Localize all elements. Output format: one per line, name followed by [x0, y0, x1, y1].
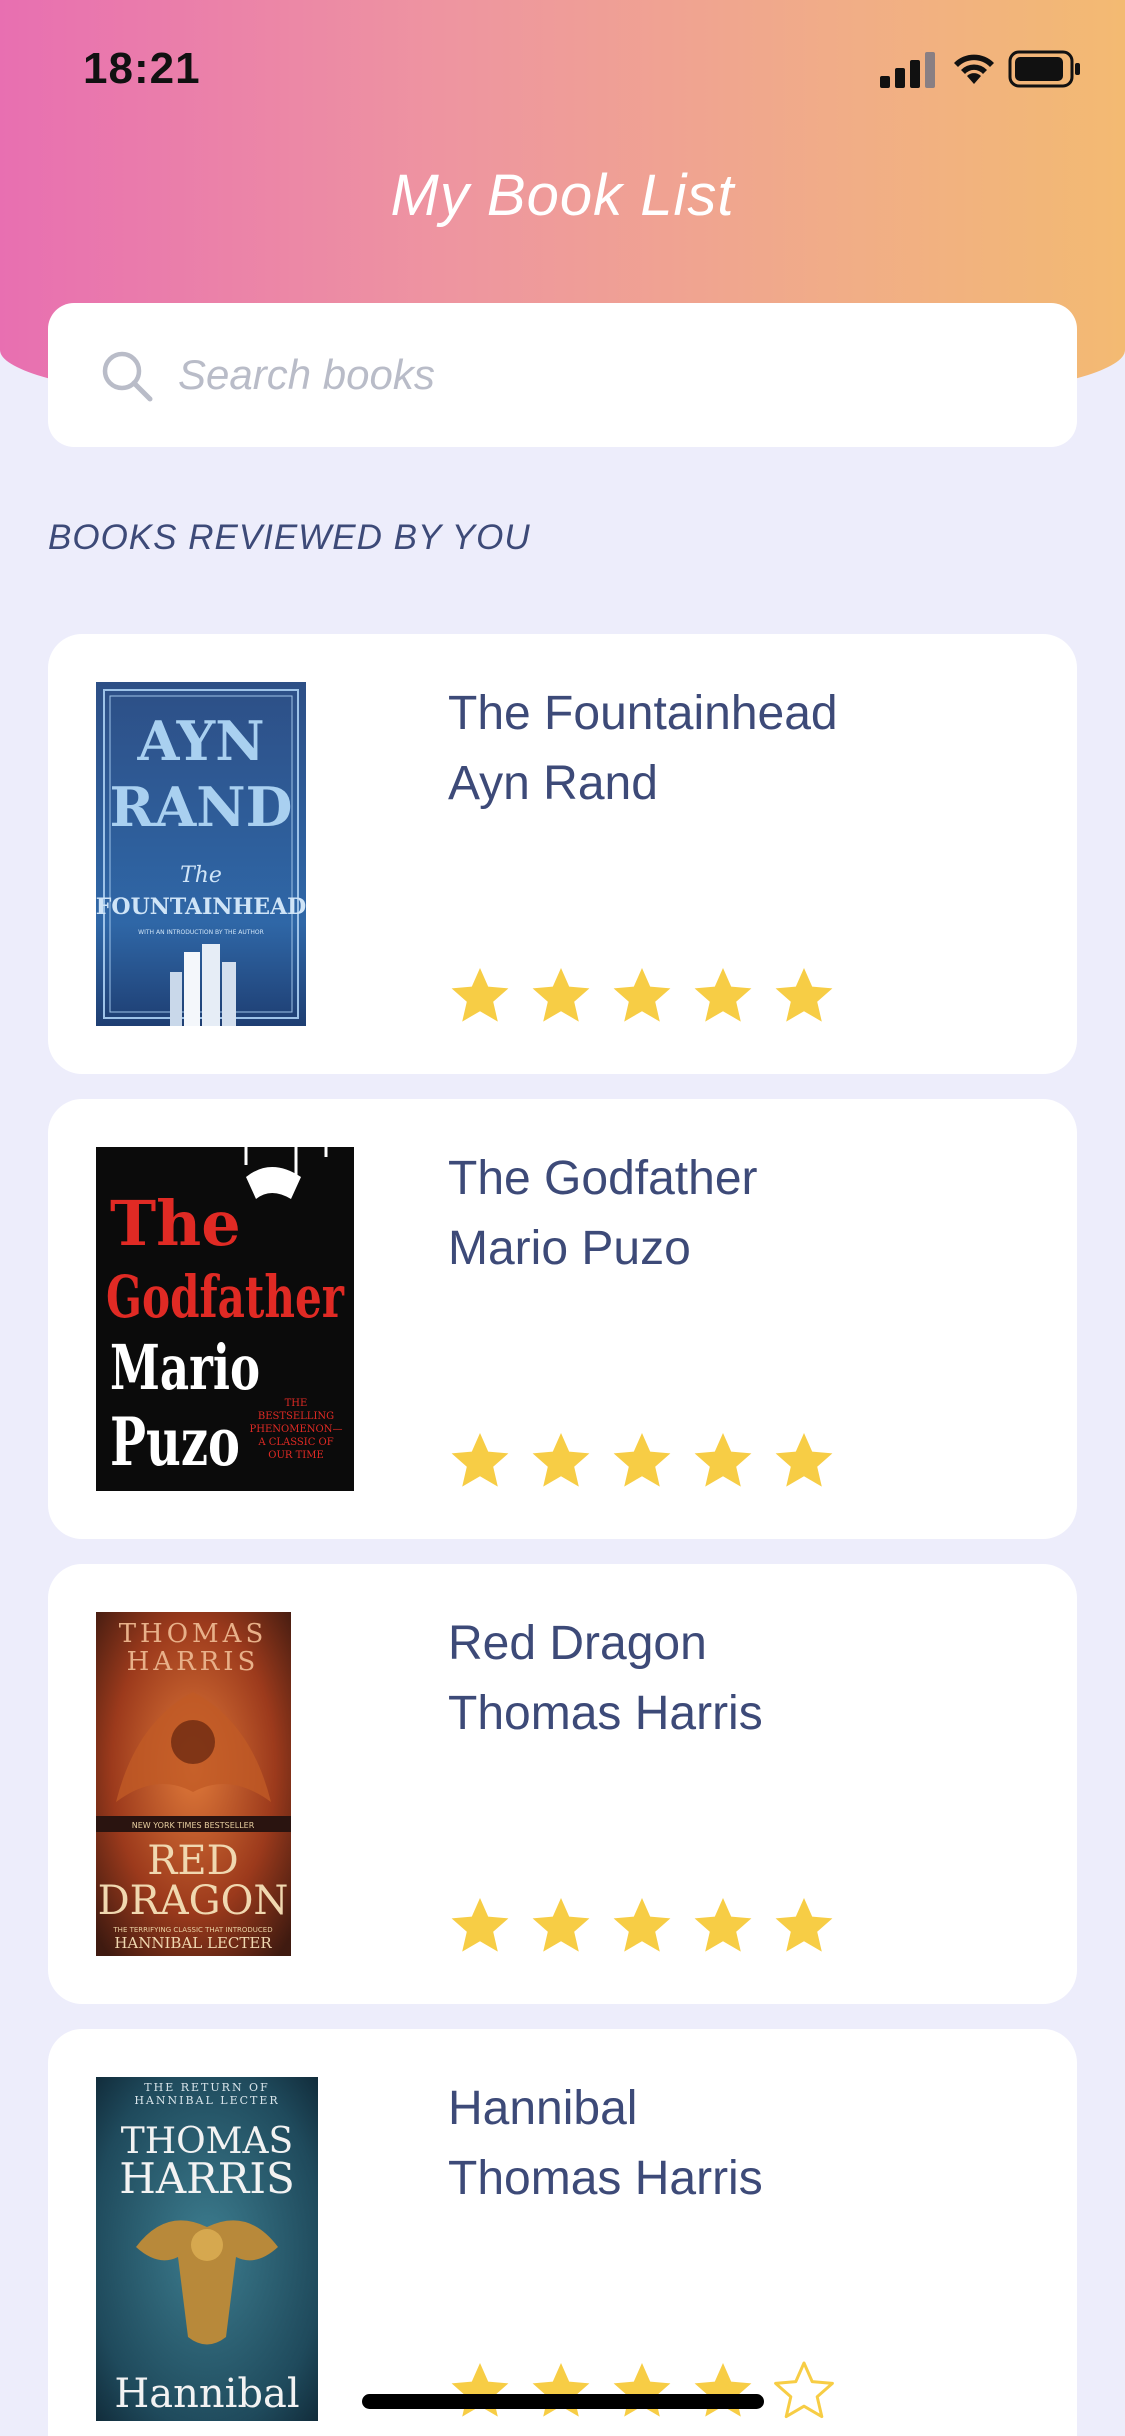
- wifi-icon: [954, 54, 994, 84]
- star-rating: [448, 2359, 836, 2423]
- star-filled-icon: [613, 968, 671, 1022]
- screen: 18:21 My Book List BOOKS REVIEWED BY YOU: [0, 0, 1125, 2436]
- book-author: Mario Puzo: [448, 1222, 691, 1275]
- star-rating: [448, 1894, 836, 1958]
- star-filled-icon: [532, 2363, 590, 2417]
- book-author: Thomas Harris: [448, 1687, 763, 1740]
- book-cover-image: THOMAS HARRIS NEW YORK TIMES BESTSELLER …: [96, 1612, 291, 1956]
- svg-text:Mario: Mario: [110, 1331, 260, 1404]
- svg-text:RAND: RAND: [110, 775, 293, 839]
- book-card[interactable]: THOMAS HARRIS NEW YORK TIMES BESTSELLER …: [48, 1564, 1077, 2004]
- book-author: Ayn Rand: [448, 757, 658, 810]
- book-title: The Fountainhead: [448, 687, 838, 740]
- star-filled-icon: [694, 1898, 752, 1952]
- star-filled-icon: [532, 1433, 590, 1487]
- star-filled-icon: [532, 1898, 590, 1952]
- search-bar[interactable]: [48, 303, 1077, 447]
- svg-text:HARRIS: HARRIS: [119, 2154, 295, 2203]
- svg-text:THE TERRIFYING CLASSIC THAT IN: THE TERRIFYING CLASSIC THAT INTRODUCED: [112, 1926, 272, 1934]
- book-cover-image: THE RETURN OF HANNIBAL LECTER THOMAS HAR…: [96, 2077, 318, 2421]
- book-card[interactable]: The Godfather Mario Puzo THE BESTSELLING…: [48, 1099, 1077, 1539]
- star-filled-icon: [613, 2363, 671, 2417]
- svg-text:WITH AN INTRODUCTION BY THE AU: WITH AN INTRODUCTION BY THE AUTHOR: [138, 929, 264, 936]
- svg-text:THOMAS: THOMAS: [119, 1619, 268, 1649]
- star-filled-icon: [451, 1433, 509, 1487]
- svg-text:Puzo: Puzo: [110, 1403, 240, 1481]
- svg-text:HANNIBAL LECTER: HANNIBAL LECTER: [114, 1934, 272, 1952]
- status-bar: 18:21: [0, 0, 1125, 140]
- star-filled-icon: [451, 968, 509, 1022]
- battery-icon: [1008, 50, 1080, 88]
- svg-text:Godfather: Godfather: [106, 1263, 345, 1331]
- svg-text:AYN: AYN: [136, 709, 264, 773]
- svg-text:HARRIS: HARRIS: [127, 1647, 260, 1677]
- star-filled-icon: [694, 1433, 752, 1487]
- star-filled-icon: [694, 2363, 752, 2417]
- search-icon: [102, 351, 153, 402]
- star-empty-icon: [774, 2361, 834, 2419]
- book-title: Hannibal: [448, 2082, 638, 2135]
- star-filled-icon: [694, 968, 752, 1022]
- star-rating: [448, 1429, 836, 1493]
- section-heading: BOOKS REVIEWED BY YOU: [48, 518, 531, 557]
- book-card[interactable]: AYN RAND The FOUNTAINHEAD WITH AN INTROD…: [48, 634, 1077, 1074]
- star-filled-icon: [613, 1898, 671, 1952]
- status-time: 18:21: [83, 44, 201, 93]
- star-filled-icon: [775, 1898, 833, 1952]
- svg-text:FOUNTAINHEAD: FOUNTAINHEAD: [96, 894, 306, 920]
- cellular-signal-icon: [880, 52, 935, 88]
- svg-text:DRAGON: DRAGON: [98, 1878, 289, 1924]
- page-title: My Book List: [390, 163, 735, 228]
- book-cover-image: The Godfather Mario Puzo THE BESTSELLING…: [96, 1147, 354, 1491]
- svg-text:The: The: [110, 1187, 241, 1260]
- book-title: Red Dragon: [448, 1617, 707, 1670]
- search-input[interactable]: [178, 333, 1038, 417]
- svg-text:The: The: [180, 863, 222, 888]
- book-author: Thomas Harris: [448, 2152, 763, 2205]
- svg-text:NEW YORK TIMES BESTSELLER: NEW YORK TIMES BESTSELLER: [132, 1821, 255, 1830]
- book-title: The Godfather: [448, 1152, 758, 1205]
- star-rating: [448, 964, 836, 1028]
- star-filled-icon: [451, 2363, 509, 2417]
- star-filled-icon: [532, 968, 590, 1022]
- star-filled-icon: [451, 1898, 509, 1952]
- svg-text:Hannibal: Hannibal: [114, 2371, 299, 2417]
- home-indicator[interactable]: [362, 2394, 764, 2409]
- star-filled-icon: [775, 1433, 833, 1487]
- star-filled-icon: [775, 968, 833, 1022]
- star-filled-icon: [613, 1433, 671, 1487]
- book-cover-image: AYN RAND The FOUNTAINHEAD WITH AN INTROD…: [96, 682, 306, 1026]
- book-card[interactable]: THE RETURN OF HANNIBAL LECTER THOMAS HAR…: [48, 2029, 1077, 2436]
